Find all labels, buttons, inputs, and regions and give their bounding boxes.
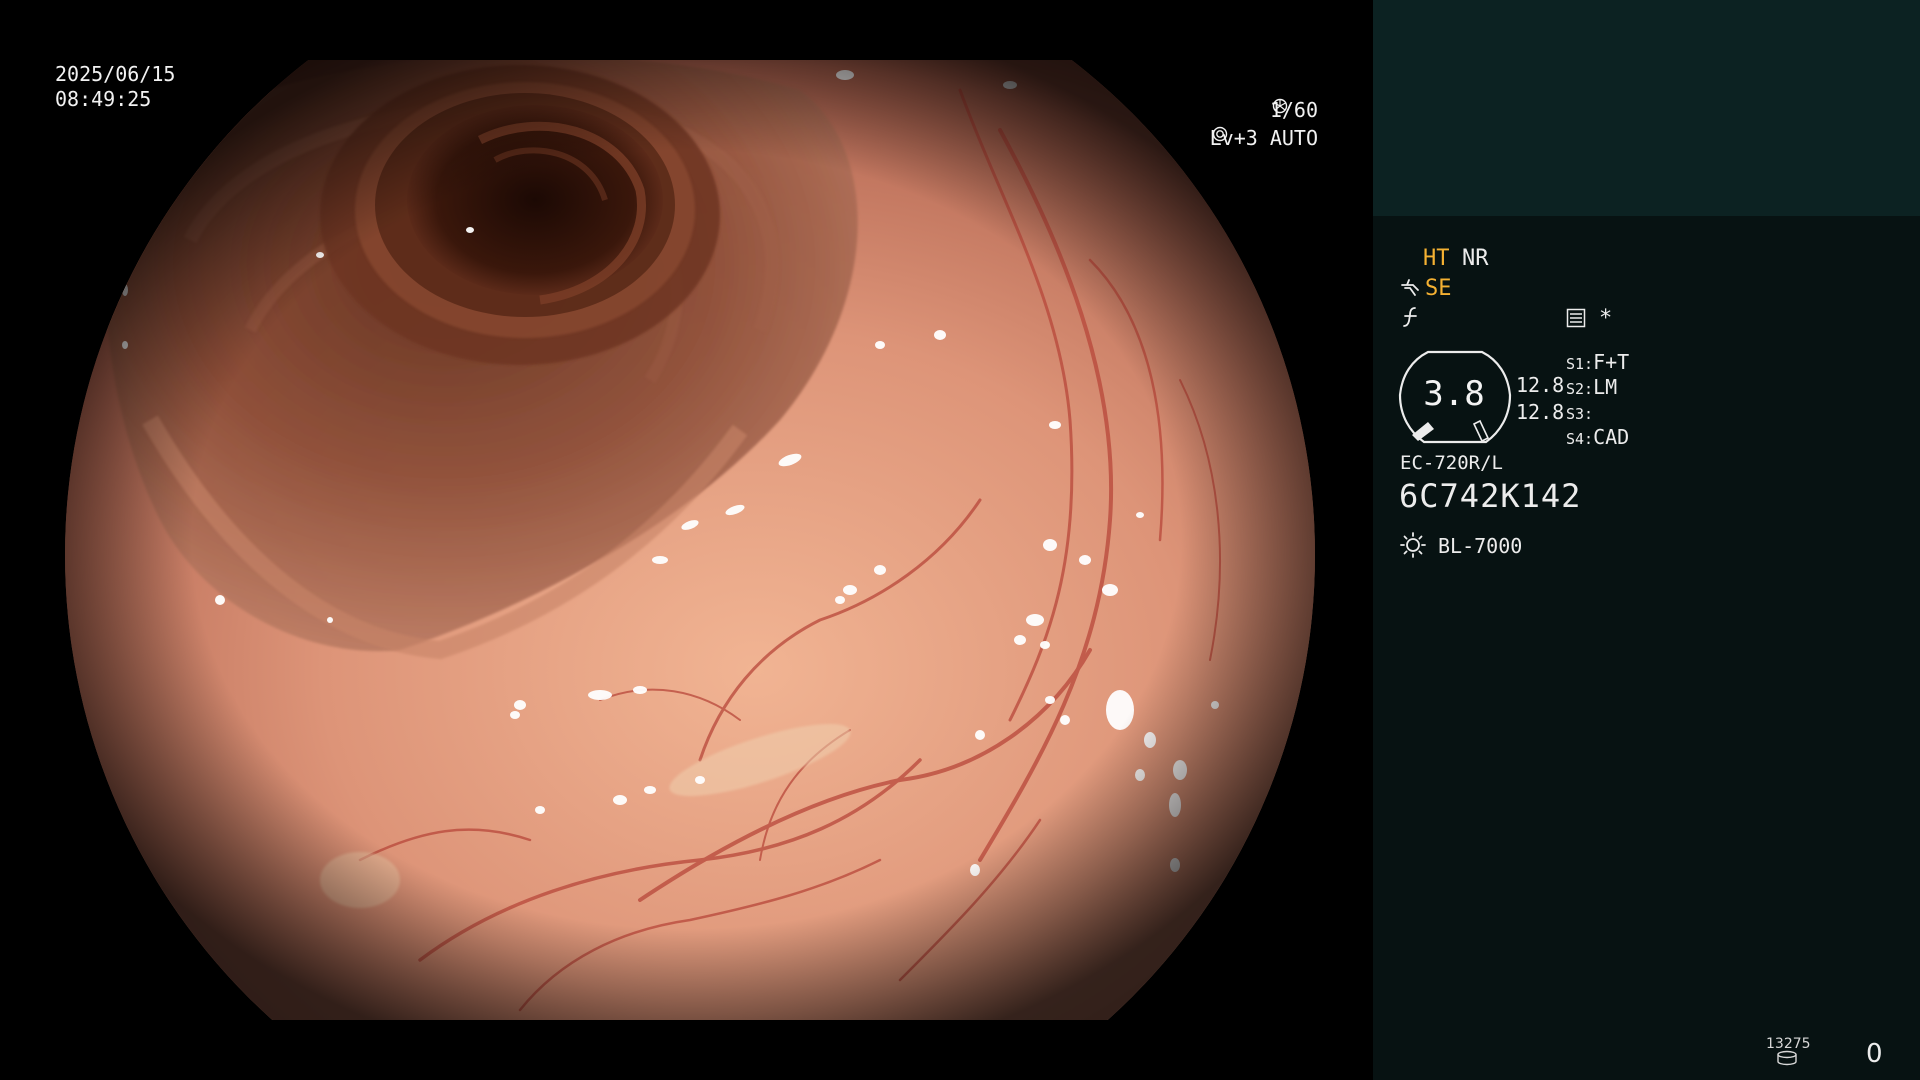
storage-icon xyxy=(1777,1050,1797,1066)
colon-lumen-image xyxy=(65,60,1315,1020)
mode-nr: NR xyxy=(1462,246,1489,271)
endoscope-image-view: 2025/06/15 08:49:25 1/60 Lv+3 AUTO xyxy=(0,0,1373,1080)
switch-row-2: S2:LM xyxy=(1566,375,1617,399)
mode-se: SE xyxy=(1425,276,1452,301)
shutter-icon xyxy=(1272,98,1288,114)
switch-row-1: S1:F+T xyxy=(1566,350,1629,374)
date-readout: 2025/06/15 xyxy=(55,62,176,86)
time-readout: 08:49:25 xyxy=(55,87,152,111)
freeze-icon xyxy=(1403,307,1417,327)
switch-key: S3: xyxy=(1566,405,1594,423)
structure-enhance-icon xyxy=(1401,279,1419,296)
switch-row-3: S3: xyxy=(1566,400,1593,424)
switch-key: S2: xyxy=(1566,380,1594,398)
light-source-model: BL-7000 xyxy=(1438,534,1523,558)
mode-ht: HT xyxy=(1423,246,1450,271)
light-source-icon xyxy=(1400,532,1426,558)
switch-key: S1: xyxy=(1566,355,1594,373)
switch-key: S4: xyxy=(1566,430,1594,448)
endoscopy-screen: 2025/06/15 08:49:25 1/60 Lv+3 AUTO HT NR… xyxy=(0,0,1920,1080)
scope-serial-number: 6C742K142 xyxy=(1399,477,1582,515)
switch-row-4: S4:CAD xyxy=(1566,425,1629,449)
frame-number: 0 xyxy=(1866,1039,1883,1069)
menu-icon xyxy=(1566,308,1586,328)
status-panel: HT NR SE * 3.8 12.8 12.8 S1:F+T S2:LM S3… xyxy=(1373,0,1920,1080)
patient-info-area xyxy=(1373,0,1920,216)
gauge-reading-1: 12.8 xyxy=(1516,373,1565,397)
auto-exposure-icon xyxy=(1212,126,1227,142)
star-indicator: * xyxy=(1599,306,1613,331)
magnification-value: 3.8 xyxy=(1423,374,1485,414)
switch-value: F+T xyxy=(1593,350,1630,374)
switch-value: LM xyxy=(1593,375,1618,399)
shutter-readout: 1/60 xyxy=(1270,98,1318,123)
switch-value: CAD xyxy=(1593,425,1630,449)
gauge-reading-2: 12.8 xyxy=(1516,400,1565,424)
scope-model: EC-720R/L xyxy=(1400,452,1503,474)
exposure-readout: Lv+3 AUTO xyxy=(1210,126,1318,151)
